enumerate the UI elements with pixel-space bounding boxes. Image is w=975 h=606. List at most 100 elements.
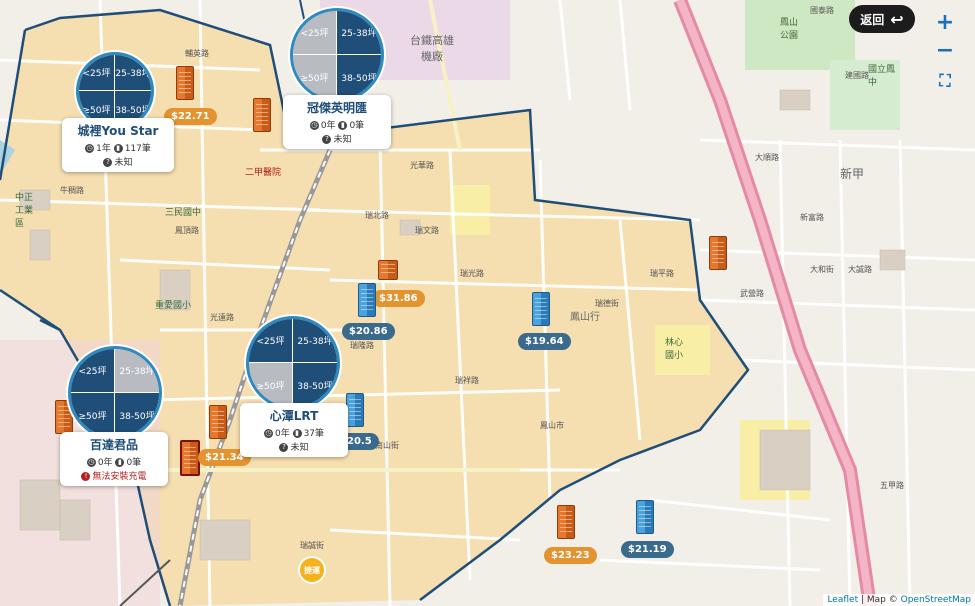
- warning-icon: !: [81, 472, 91, 481]
- street-label: 瑞光路: [460, 269, 484, 278]
- cluster-card[interactable]: 心潭LRT ◷ 0年 ▮ 37筆 ? 未知: [240, 403, 348, 457]
- street-label: 大和街: [810, 265, 834, 274]
- label-xinjia: 新甲: [840, 167, 865, 181]
- building-marker-icon[interactable]: [346, 393, 364, 427]
- project-status: ? 未知: [246, 440, 342, 453]
- building-marker-icon[interactable]: [209, 405, 227, 439]
- price-tag[interactable]: $20.86: [342, 323, 395, 340]
- street-label: 光華路: [410, 161, 434, 170]
- pie-quadrant: ≥50坪: [249, 363, 293, 407]
- street-label: 大順路: [755, 153, 779, 162]
- pie-quadrant: 25-38坪: [115, 55, 151, 91]
- building-marker-icon[interactable]: [532, 292, 550, 326]
- building-marker-icon[interactable]: [557, 505, 575, 539]
- street-label: 光遠路: [210, 313, 234, 322]
- label-ershan: 二甲醫院: [245, 168, 282, 178]
- park-area: [745, 0, 855, 70]
- street-label: 新富路: [800, 213, 824, 222]
- map-canvas[interactable]: 台鐵高雄 機廠 新甲 鳳山 公園 國立鳳 中 三民國中 鳳山行 二甲醫院 中正 …: [0, 0, 975, 606]
- street-label: 瑞隆路: [350, 341, 374, 350]
- pie-quadrant: <25坪: [293, 11, 337, 55]
- clock-icon: ◷: [309, 121, 319, 130]
- building-marker-icon[interactable]: [636, 500, 654, 534]
- label-national-hs: 國立鳳 中: [868, 65, 896, 88]
- pie-quadrant: 38-50坪: [337, 55, 381, 99]
- project-name: 冠傑英明匯: [306, 101, 367, 115]
- pie-quadrant: ≥50坪: [293, 55, 337, 99]
- street-label: 瑞誠街: [300, 541, 324, 550]
- price-tag[interactable]: $31.86: [372, 290, 425, 307]
- question-icon: ?: [279, 443, 289, 452]
- project-name: 心潭LRT: [269, 409, 319, 423]
- back-label: 返回: [860, 12, 885, 27]
- project-status: ? 未知: [68, 155, 168, 168]
- project-name: 城裡You Star: [77, 124, 159, 138]
- pie-quadrant: 25-38坪: [115, 349, 159, 393]
- project-name: 百達君品: [89, 438, 138, 452]
- attribution-sep: | Map ©: [860, 595, 898, 605]
- leaflet-link[interactable]: Leaflet: [827, 595, 858, 605]
- project-status: ! 無法安裝充電: [66, 469, 162, 482]
- return-arrow-icon: ↩: [890, 9, 904, 29]
- pie-quadrant: 25-38坪: [293, 319, 337, 363]
- label-linxian: 林心 國小: [665, 338, 684, 361]
- back-button[interactable]: 返回 ↩: [849, 5, 915, 33]
- building-icon: ▮: [338, 121, 348, 130]
- project-status: ? 未知: [289, 132, 385, 145]
- label-taiwan-hsr: 台鐵高雄 機廠: [410, 34, 454, 63]
- house-marker-icon[interactable]: [378, 260, 398, 280]
- building-marker-icon[interactable]: [180, 440, 200, 476]
- cluster-card[interactable]: 城裡You Star ◷ 1年 ▮ 117筆 ? 未知: [62, 118, 174, 172]
- building-marker-icon[interactable]: [358, 283, 376, 317]
- cluster-pie-chart[interactable]: <25坪 25-38坪 ≥50坪 38-50坪: [246, 316, 340, 410]
- price-tag[interactable]: $23.23: [544, 547, 597, 564]
- street-label: 武營路: [740, 289, 764, 298]
- label-sanmin: 三民國中: [165, 208, 202, 218]
- pie-quadrant: 38-50坪: [293, 363, 337, 407]
- street-label: 國泰路: [810, 6, 834, 15]
- question-icon: ?: [103, 158, 113, 167]
- pie-quadrant: <25坪: [249, 319, 293, 363]
- cluster-pie-chart[interactable]: <25坪 25-38坪 ≥50坪 38-50坪: [68, 346, 162, 440]
- osm-link[interactable]: OpenStreetMap: [901, 595, 971, 605]
- street-label: 瑞祥路: [455, 376, 479, 385]
- price-tag[interactable]: $19.64: [518, 333, 571, 350]
- street-label: 大誠路: [848, 265, 872, 274]
- project-meta: ◷ 0年 ▮ 37筆: [263, 429, 325, 439]
- street-label: 輔英路: [185, 49, 209, 58]
- zoom-in-button[interactable]: +: [933, 12, 957, 36]
- building-marker-icon[interactable]: [709, 236, 727, 270]
- building-icon: ▮: [113, 144, 123, 153]
- street-label: 五甲路: [880, 481, 904, 490]
- mrt-station-icon[interactable]: 捷運: [298, 556, 326, 584]
- street-label: 瑞德街: [595, 299, 619, 308]
- clock-icon: ◷: [86, 458, 96, 467]
- cluster-card[interactable]: 百達君品 ◷ 0年 ▮ 0筆 ! 無法安裝充電: [60, 432, 168, 486]
- project-meta: ◷ 0年 ▮ 0筆: [309, 121, 365, 131]
- pie-quadrant: ≥50坪: [71, 393, 115, 437]
- building-icon: ▮: [292, 429, 302, 438]
- project-meta: ◷ 1年 ▮ 117筆: [85, 144, 151, 154]
- zoom-out-button[interactable]: −: [933, 40, 957, 64]
- cluster-card[interactable]: 冠傑英明匯 ◷ 0年 ▮ 0筆 ? 未知: [283, 95, 391, 149]
- cluster-pie-chart[interactable]: <25坪 25-38坪 ≥50坪 38-50坪: [290, 8, 384, 102]
- building-marker-icon[interactable]: [176, 66, 194, 100]
- street-label: 牛稠路: [60, 186, 84, 195]
- street-label: 瑞文路: [415, 226, 439, 235]
- street-label: 瑞北路: [365, 211, 389, 220]
- label-zhongzheng: 中正 工業 區: [15, 193, 34, 229]
- map-attribution: Leaflet | Map © OpenStreetMap: [823, 594, 975, 606]
- project-meta: ◷ 0年 ▮ 0筆: [86, 458, 142, 468]
- clock-icon: ◷: [85, 144, 95, 153]
- fullscreen-button[interactable]: ⛶: [933, 70, 957, 94]
- pie-quadrant: <25坪: [79, 55, 115, 91]
- building-marker-icon[interactable]: [253, 98, 271, 132]
- pie-quadrant: 25-38坪: [337, 11, 381, 55]
- street-label: 鳳頂路: [175, 226, 199, 235]
- label-leimian: 鳳山 公園: [780, 18, 799, 41]
- pie-quadrant: <25坪: [71, 349, 115, 393]
- price-tag[interactable]: $21.19: [621, 541, 674, 558]
- street-label: 鳳山市: [540, 421, 564, 430]
- clock-icon: ◷: [263, 429, 273, 438]
- label-haixing: 重愛國小: [155, 301, 192, 311]
